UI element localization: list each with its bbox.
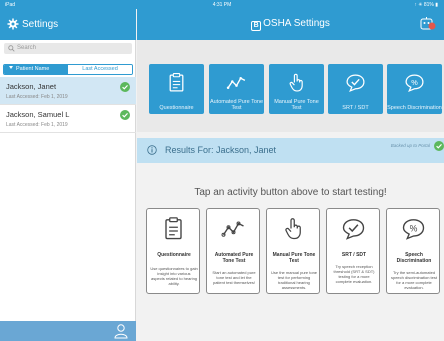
clipboard-icon xyxy=(165,217,182,240)
search-placeholder: Search xyxy=(17,45,37,51)
sort-arrow-icon xyxy=(9,66,13,69)
card-title: SRT / SDT xyxy=(341,252,367,258)
patient-name: Jackson, Samuel L xyxy=(6,110,70,119)
speech-percent-icon: % xyxy=(402,219,425,240)
settings-title[interactable]: Settings xyxy=(22,19,58,30)
svg-text:%: % xyxy=(411,78,418,87)
clock: 4:31 PM xyxy=(212,2,232,8)
tone-wave-icon xyxy=(221,221,244,237)
manual-pure-tone-card[interactable]: Manual Pure Tone Test Use the manual pur… xyxy=(266,208,320,294)
speech-check-icon xyxy=(346,74,365,93)
automated-pure-tone-card[interactable]: Automated Pure Tone Test Start an automa… xyxy=(206,208,260,294)
speech-discrimination-button[interactable]: % Speech Discrimination xyxy=(387,64,442,114)
app-title-group: B OSHA Settings xyxy=(137,18,444,31)
settings-nav[interactable]: Settings xyxy=(0,9,136,40)
card-description: Try speech reception threshold (SRT & SD… xyxy=(333,264,375,284)
svg-text:%: % xyxy=(410,224,418,234)
app-logo-icon: B xyxy=(251,21,262,31)
status-bar: iPad 4:31 PM ↑ ✳ 81% ▮ xyxy=(0,0,444,9)
automated-pure-tone-test-button[interactable]: Automated Pure Tone Test xyxy=(209,64,264,114)
card-title: Speech Discrimination xyxy=(396,252,432,264)
card-description: Try the semi-automated speech discrimina… xyxy=(390,270,438,290)
patient-name: Jackson, Janet xyxy=(6,82,57,91)
app-title: OSHA Settings xyxy=(263,18,330,29)
srt-sdt-button[interactable]: SRT / SDT xyxy=(328,64,383,114)
add-patient-icon[interactable] xyxy=(114,323,128,339)
card-title: Automated Pure Tone Test xyxy=(214,252,254,264)
tone-wave-icon xyxy=(226,77,246,90)
hand-pointer-icon xyxy=(289,73,303,92)
gear-icon[interactable] xyxy=(7,18,19,30)
info-icon[interactable] xyxy=(147,145,157,155)
speech-discrimination-card[interactable]: % Speech Discrimination Try the semi-aut… xyxy=(386,208,440,294)
speech-check-icon xyxy=(342,219,365,240)
backup-status: Backed up to Portal xyxy=(390,143,430,148)
manual-pure-tone-test-button[interactable]: Manual Pure Tone Test xyxy=(269,64,324,114)
card-title: Manual Pure Tone Test xyxy=(272,252,316,264)
robot-avatar-icon[interactable] xyxy=(420,17,436,31)
patient-list-item[interactable]: Jackson, Janet Last Accessed: Feb 1, 201… xyxy=(0,77,136,105)
patient-sidebar: Search Patient Name Last Accessed Jackso… xyxy=(0,40,136,341)
patient-last-accessed: Last Accessed: Feb 1, 2019 xyxy=(6,122,68,128)
sort-by-last-accessed-button[interactable]: Last Accessed xyxy=(68,65,132,74)
patient-list-item[interactable]: Jackson, Samuel L Last Accessed: Feb 1, … xyxy=(0,105,136,133)
questionnaire-card[interactable]: Questionnaire Use questionnaires to gain… xyxy=(146,208,200,294)
results-bar: Results For: Jackson, Janet Backed up to… xyxy=(137,138,444,163)
card-description: Use questionnaires to gain insight into … xyxy=(150,266,198,286)
check-circle-icon xyxy=(120,82,130,92)
questionnaire-button[interactable]: Questionnaire xyxy=(149,64,204,114)
app-header: B OSHA Settings xyxy=(137,9,444,40)
start-testing-prompt: Tap an activity button above to start te… xyxy=(194,187,387,198)
card-description: Use the manual pure tone test for perfor… xyxy=(270,270,318,290)
sort-by-name-button[interactable]: Patient Name xyxy=(4,65,69,74)
sort-segmented-control[interactable]: Patient Name Last Accessed xyxy=(3,64,133,75)
srt-sdt-card[interactable]: SRT / SDT Try speech reception threshold… xyxy=(326,208,380,294)
hand-pointer-icon xyxy=(285,218,301,240)
activity-toolbar: Questionnaire Automated Pure Tone Test M… xyxy=(137,40,444,132)
patient-last-accessed: Last Accessed: Feb 1, 2019 xyxy=(6,94,68,100)
main-panel: Questionnaire Automated Pure Tone Test M… xyxy=(137,40,444,341)
card-title: Questionnaire xyxy=(157,252,191,258)
battery-indicator: ↑ ✳ 81% ▮ xyxy=(414,2,438,8)
backup-check-icon xyxy=(434,141,444,151)
card-description: Start an automated pure tone test and le… xyxy=(212,270,256,285)
speech-percent-icon: % xyxy=(405,74,424,93)
search-input[interactable]: Search xyxy=(4,43,132,54)
search-icon xyxy=(8,45,15,52)
sidebar-footer xyxy=(0,321,136,341)
results-for-label: Results For: Jackson, Janet xyxy=(165,145,277,155)
check-circle-icon xyxy=(120,110,130,120)
clipboard-icon xyxy=(169,73,184,92)
